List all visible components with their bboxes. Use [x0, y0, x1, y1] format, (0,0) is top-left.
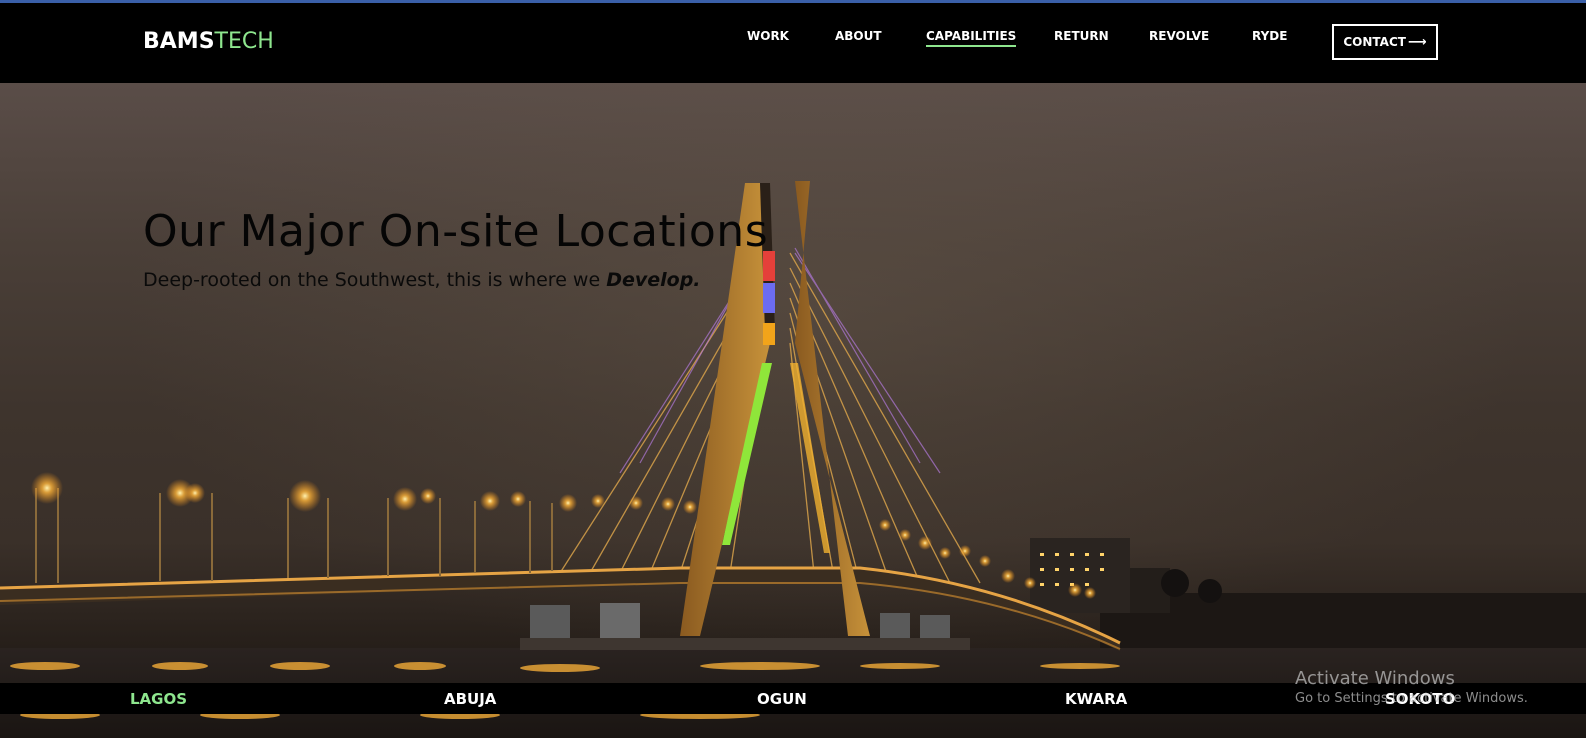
nav-item-capabilities[interactable]: CAPABILITIES	[926, 29, 1017, 47]
arrow-right-icon: ⟶	[1407, 34, 1427, 50]
nav-item-return[interactable]: RETURN	[1054, 29, 1109, 43]
night-bridge-photo	[0, 181, 1586, 738]
nav-item-revolve[interactable]: REVOLVE	[1149, 29, 1209, 43]
nav-item-ryde[interactable]: RYDE	[1252, 29, 1287, 43]
location-lagos[interactable]: LAGOS	[130, 690, 187, 708]
contact-button-label: CONTACT	[1343, 35, 1406, 49]
location-ogun[interactable]: OGUN	[757, 690, 807, 708]
hero-title: Our Major On-site Locations	[143, 206, 769, 257]
location-abuja[interactable]: ABUJA	[444, 690, 496, 708]
location-kwara[interactable]: KWARA	[1065, 690, 1127, 708]
hero-subtitle-prefix: Deep-rooted on the Southwest, this is wh…	[143, 269, 607, 291]
brand-name-accent: TECH	[214, 29, 274, 54]
brand-logo[interactable]: BAMSTECH	[143, 29, 274, 54]
page: BAMSTECH WORK ABOUT CAPABILITIES RETURN …	[0, 0, 1586, 738]
hero-section: Our Major On-site Locations Deep-rooted …	[0, 83, 1586, 738]
locations-bar: LAGOS ABUJA OGUN KWARA SOKOTO	[0, 683, 1586, 714]
location-sokoto[interactable]: SOKOTO	[1385, 690, 1455, 708]
contact-button[interactable]: CONTACT ⟶	[1332, 24, 1438, 60]
nav-item-about[interactable]: ABOUT	[835, 29, 882, 43]
hero-subtitle-emphasis: Develop.	[606, 269, 701, 291]
brand-name-primary: BAMS	[143, 29, 215, 54]
nav-item-work[interactable]: WORK	[747, 29, 789, 43]
navbar: BAMSTECH WORK ABOUT CAPABILITIES RETURN …	[0, 3, 1586, 83]
hero-subtitle: Deep-rooted on the Southwest, this is wh…	[143, 269, 701, 291]
